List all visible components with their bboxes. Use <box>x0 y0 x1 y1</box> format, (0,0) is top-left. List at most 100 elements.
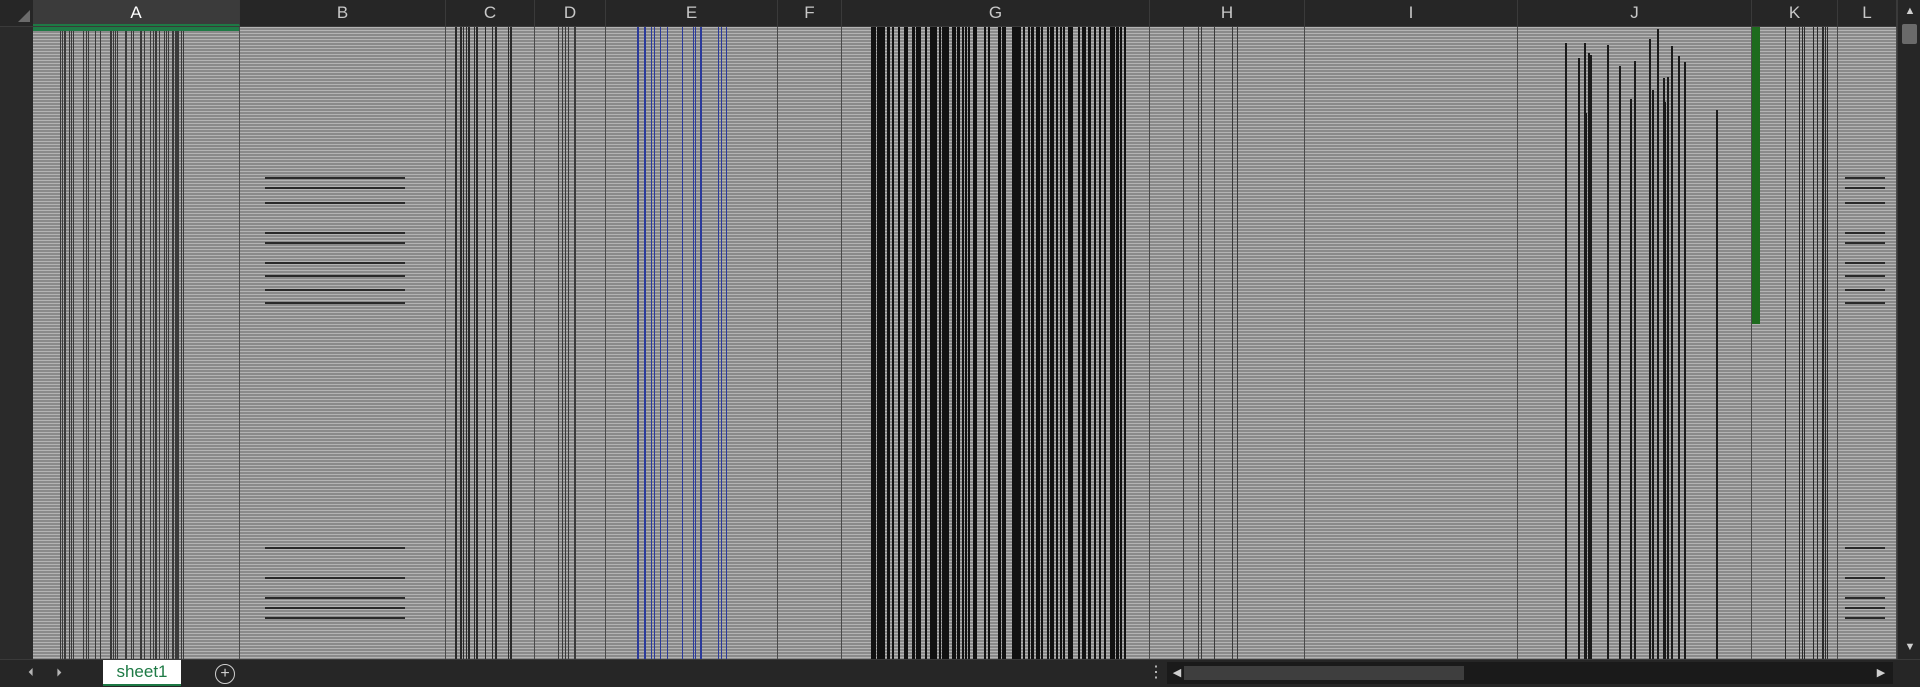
cell-content-stripe <box>159 27 160 659</box>
column-c-cells[interactable] <box>446 27 535 659</box>
column-k-cells[interactable] <box>1752 27 1838 659</box>
cell-content-stripe <box>1232 27 1233 659</box>
cell-content-stripe <box>925 27 927 659</box>
cell-text-run <box>265 262 405 264</box>
cell-text-run <box>265 275 405 277</box>
cell-grid[interactable] <box>33 27 1897 659</box>
column-header-h[interactable]: H <box>1150 0 1305 26</box>
cell-content-stripe <box>1023 27 1025 659</box>
cell-content-stripe <box>88 27 89 659</box>
cell-content-stripe <box>1084 27 1086 659</box>
column-a-cells[interactable] <box>33 27 240 659</box>
column-h-cells[interactable] <box>1150 27 1305 659</box>
split-handle[interactable]: ⋮ <box>1148 665 1164 683</box>
cell-text-run <box>265 302 405 304</box>
cell-text-run <box>1845 607 1885 609</box>
cell-content-stripe <box>178 27 179 659</box>
chevron-up-icon: ▲ <box>1904 5 1916 17</box>
column-header-d[interactable]: D <box>535 0 606 26</box>
cell-content-stripe <box>1578 58 1580 659</box>
cell-content-stripe <box>918 27 920 659</box>
cell-content-stripe <box>962 27 964 659</box>
horizontal-scrollbar[interactable]: ◀ ▶ <box>1167 662 1893 684</box>
horizontal-scroll-thumb[interactable] <box>1184 666 1464 680</box>
column-header-a[interactable]: A <box>33 0 240 26</box>
cell-content-stripe <box>1804 27 1805 659</box>
cell-content-stripe <box>173 27 174 659</box>
cell-content-stripe <box>939 27 941 659</box>
cell-content-stripe <box>565 27 566 659</box>
cell-content-stripe <box>880 27 882 659</box>
cell-content-stripe <box>651 27 652 659</box>
cell-content-stripe <box>1678 56 1680 659</box>
vertical-scroll-thumb[interactable] <box>1902 24 1917 44</box>
cell-content-stripe <box>495 27 496 659</box>
column-d-cells[interactable] <box>535 27 606 659</box>
cell-content-stripe <box>1664 102 1666 659</box>
column-header-e[interactable]: E <box>606 0 778 26</box>
column-header-k[interactable]: K <box>1752 0 1838 26</box>
scroll-down-button[interactable]: ▼ <box>1900 638 1920 656</box>
chevron-right-icon: ▶ <box>1876 667 1886 679</box>
cell-text-run <box>1845 302 1885 304</box>
column-header-f[interactable]: F <box>778 0 842 26</box>
column-header-l[interactable]: L <box>1838 0 1897 26</box>
cell-content-stripe <box>726 27 727 659</box>
cell-content-stripe <box>1201 27 1202 659</box>
cell-content-stripe <box>181 27 182 659</box>
scroll-up-button[interactable]: ▲ <box>1900 2 1920 20</box>
cell-content-stripe <box>110 27 111 659</box>
cell-content-stripe <box>721 27 722 659</box>
column-e-cells[interactable] <box>606 27 778 659</box>
select-all-button[interactable] <box>0 0 34 26</box>
column-j-cells[interactable] <box>1518 27 1752 659</box>
cell-content-stripe <box>1028 27 1030 659</box>
column-g-cells[interactable] <box>842 27 1150 659</box>
add-sheet-button[interactable]: + <box>215 664 235 684</box>
cell-content-stripe <box>111 27 112 659</box>
plus-circle-icon: + <box>220 665 230 682</box>
column-f-cells[interactable] <box>778 27 842 659</box>
cell-content-stripe <box>1041 27 1043 659</box>
cell-content-stripe <box>1050 27 1052 659</box>
cell-content-stripe <box>496 27 497 659</box>
cell-content-stripe <box>508 27 509 659</box>
column-b-cells[interactable] <box>240 27 446 659</box>
vertical-scrollbar[interactable]: ▲ ▼ <box>1897 0 1920 659</box>
cell-content-stripe <box>1716 110 1718 659</box>
cell-content-stripe <box>1056 27 1058 659</box>
cell-content-stripe <box>511 27 512 659</box>
cell-content-stripe <box>958 27 960 659</box>
cell-content-stripe <box>133 27 134 659</box>
cell-text-run <box>1845 275 1885 277</box>
cell-content-stripe <box>463 27 464 659</box>
cell-content-stripe <box>1113 27 1115 659</box>
column-header-g[interactable]: G <box>842 0 1150 26</box>
cell-text-run <box>265 547 405 549</box>
cell-content-stripe <box>1003 27 1005 659</box>
column-header-c[interactable]: C <box>446 0 535 26</box>
column-header-j[interactable]: J <box>1518 0 1752 26</box>
cell-content-stripe <box>1799 27 1800 659</box>
cell-content-stripe <box>1607 45 1609 659</box>
cell-content-stripe <box>1032 27 1034 659</box>
column-i-cells[interactable] <box>1305 27 1518 659</box>
prev-sheet-button[interactable]: ⏴ <box>22 664 40 682</box>
row-header-strip[interactable] <box>0 27 34 659</box>
cell-content-stripe <box>155 27 156 659</box>
column-header-b[interactable]: B <box>240 0 446 26</box>
cell-content-stripe <box>1684 62 1686 659</box>
cell-content-stripe <box>166 27 167 659</box>
cell-content-stripe <box>562 27 563 659</box>
column-l-cells[interactable] <box>1838 27 1897 659</box>
scroll-right-button[interactable]: ▶ <box>1871 664 1891 682</box>
cell-content-stripe <box>999 27 1001 659</box>
cell-content-stripe <box>60 27 61 659</box>
cell-content-stripe <box>510 27 511 659</box>
next-sheet-button[interactable]: ⏵ <box>50 664 68 682</box>
cell-content-stripe <box>474 27 475 659</box>
cell-content-stripe <box>150 27 151 659</box>
column-header-i[interactable]: I <box>1305 0 1518 26</box>
sheet-tab[interactable]: sheet1 <box>103 660 181 686</box>
cell-content-stripe <box>1063 27 1065 659</box>
